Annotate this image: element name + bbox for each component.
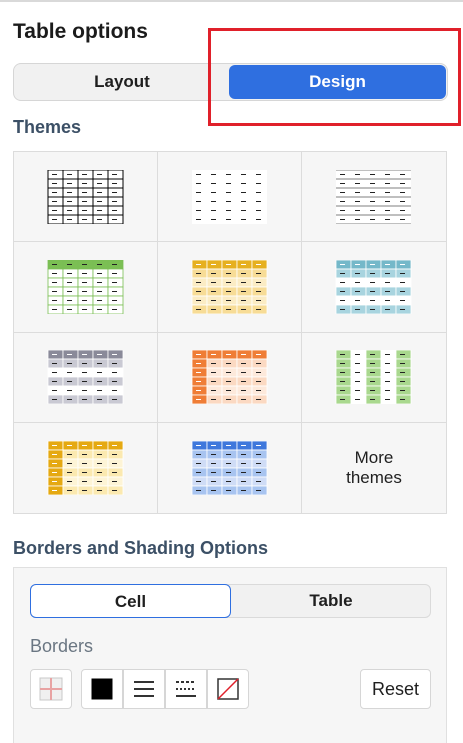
- theme-option[interactable]: [14, 242, 158, 333]
- theme-thumbnail: [191, 259, 267, 314]
- tab-layout[interactable]: Layout: [16, 65, 228, 99]
- theme-option[interactable]: [302, 242, 446, 333]
- theme-option[interactable]: [158, 152, 302, 243]
- theme-thumbnail: [191, 350, 267, 405]
- theme-option[interactable]: [14, 152, 158, 243]
- theme-option[interactable]: [14, 422, 158, 513]
- border-style-solid-button[interactable]: [123, 669, 165, 709]
- no-border-button[interactable]: [207, 669, 249, 709]
- no-border-icon: [217, 678, 239, 700]
- theme-thumbnail: [47, 259, 123, 314]
- theme-thumbnail: [336, 169, 411, 224]
- borders-shading-heading: Borders and Shading Options: [13, 538, 269, 558]
- theme-option[interactable]: [14, 332, 158, 423]
- panel-title: Table options: [13, 20, 148, 43]
- theme-thumbnail: [335, 350, 412, 405]
- cell-table-toggle: Cell Table: [30, 584, 431, 618]
- more-themes-label-line1: More: [354, 447, 394, 467]
- theme-option[interactable]: [302, 333, 446, 423]
- theme-thumbnail: [47, 169, 123, 224]
- theme-option[interactable]: [158, 242, 302, 333]
- border-color-icon: [91, 678, 113, 700]
- border-preview-icon: [39, 677, 63, 701]
- border-style-solid-icon: [134, 681, 154, 697]
- theme-thumbnail: [47, 440, 123, 495]
- themes-grid: More themes: [13, 151, 447, 514]
- more-themes-label-line2: themes: [346, 467, 402, 487]
- highlight-annotation: [208, 28, 461, 126]
- theme-thumbnail: [335, 259, 412, 314]
- border-style-dashed-icon: [176, 681, 196, 697]
- themes-heading: Themes: [13, 117, 82, 137]
- border-style-dashed-button[interactable]: [165, 669, 207, 709]
- theme-thumbnail: [47, 350, 123, 405]
- theme-option[interactable]: [302, 152, 446, 243]
- theme-thumbnail: [191, 169, 267, 224]
- theme-option[interactable]: [158, 332, 302, 423]
- more-themes-button[interactable]: More themes: [302, 423, 446, 513]
- theme-option[interactable]: [158, 422, 302, 513]
- border-color-button[interactable]: [81, 669, 123, 709]
- tab-table[interactable]: Table: [231, 584, 431, 618]
- border-preview-button[interactable]: [30, 669, 72, 709]
- theme-thumbnail: [191, 440, 267, 495]
- reset-button[interactable]: Reset: [360, 669, 431, 709]
- borders-label: Borders: [30, 636, 94, 656]
- borders-shading-panel: Cell Table Borders Reset: [13, 567, 447, 743]
- top-divider: [0, 0, 463, 2]
- tab-cell[interactable]: Cell: [30, 584, 231, 618]
